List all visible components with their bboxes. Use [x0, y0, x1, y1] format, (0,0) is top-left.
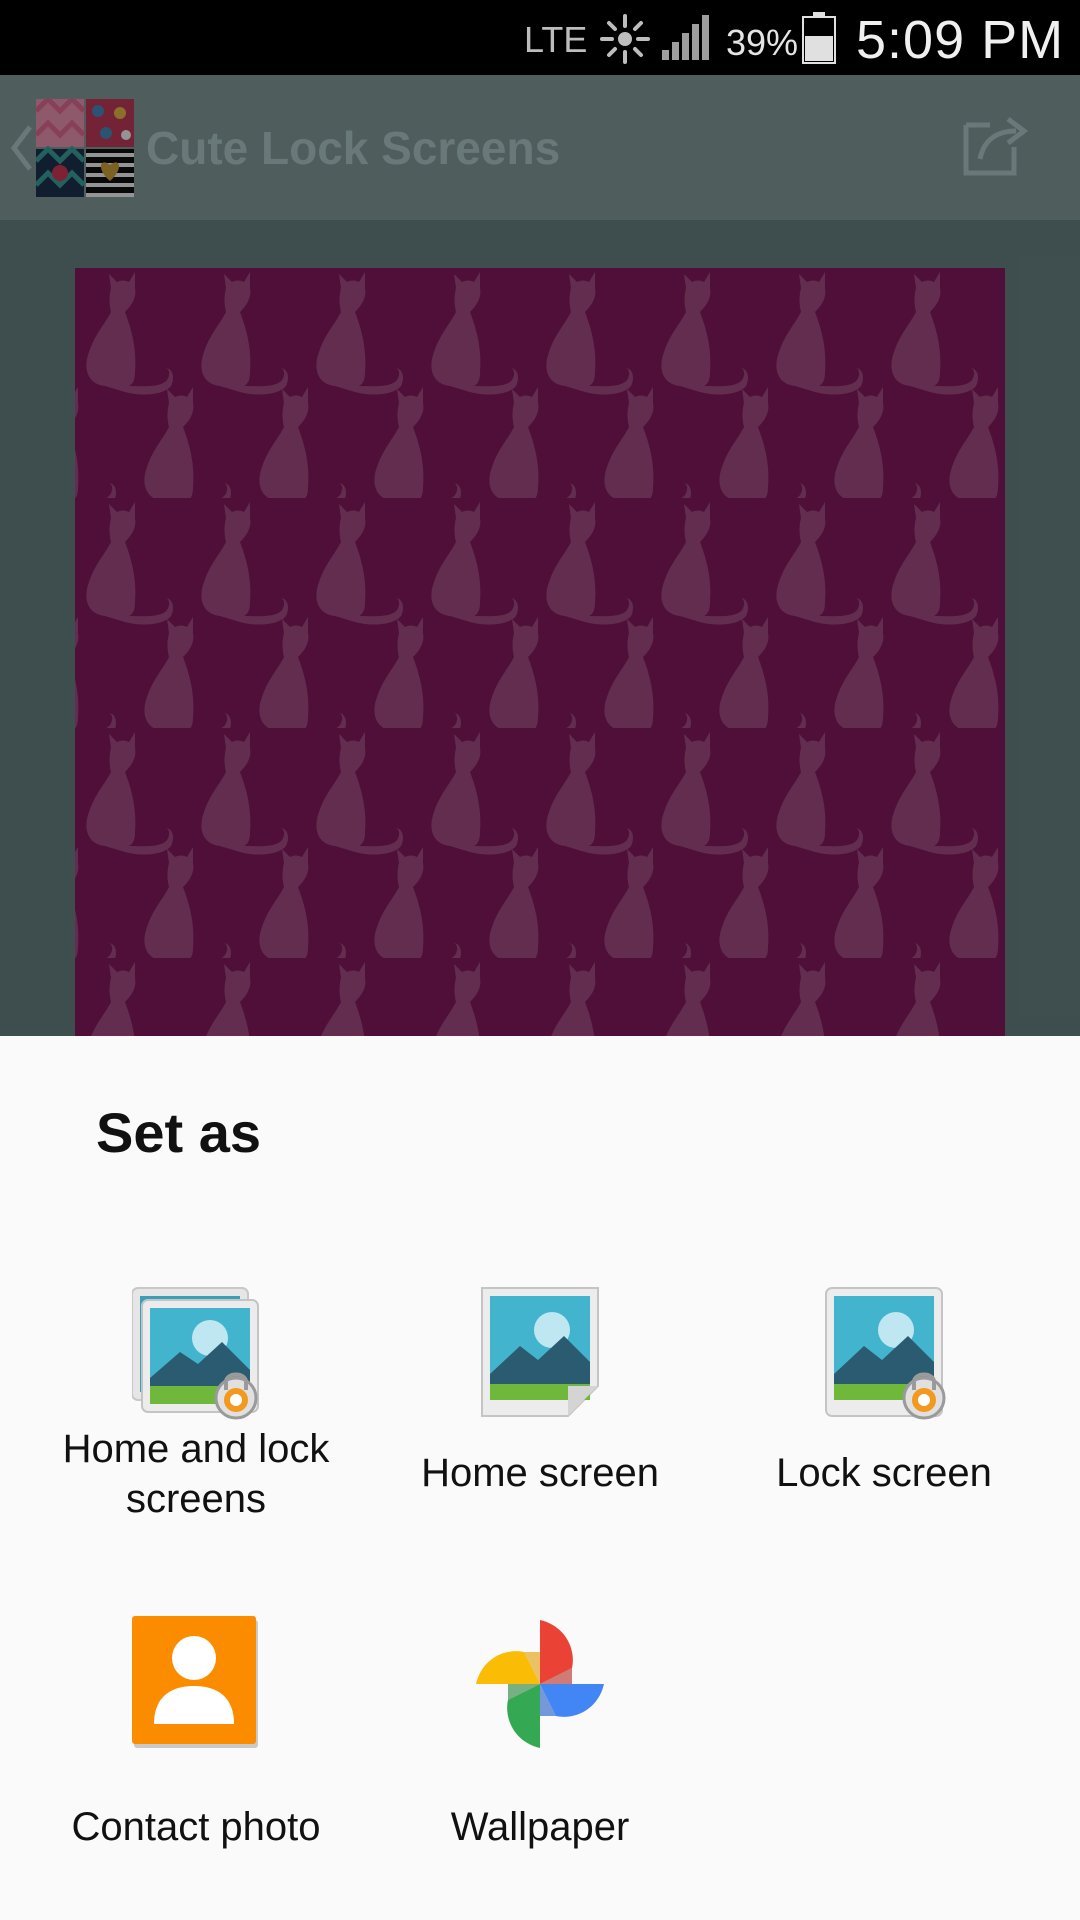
option-wallpaper[interactable]: Wallpaper: [368, 1616, 712, 1876]
option-contact-photo[interactable]: Contact photo: [24, 1616, 368, 1876]
set-as-sheet: Set as Home and lock screens Home screen…: [0, 1036, 1080, 1920]
clock: 5:09 PM: [856, 10, 1065, 70]
option-label: Contact photo: [71, 1805, 321, 1849]
contact-photo-icon: [132, 1616, 258, 1748]
option-label: Home and lock screens: [62, 1427, 330, 1521]
battery-icon: [802, 12, 836, 64]
option-home-and-lock-screens[interactable]: Home and lock screens: [24, 1286, 368, 1586]
sheet-title: Set as: [96, 1101, 261, 1164]
option-label: Wallpaper: [450, 1805, 630, 1849]
lock-screen-icon: [825, 1287, 946, 1420]
option-label: Lock screen: [776, 1451, 992, 1495]
option-home-screen[interactable]: Home screen: [368, 1286, 712, 1586]
network-type-label: LTE: [524, 19, 588, 60]
google-photos-pinwheel-icon: [476, 1620, 604, 1748]
home-and-lock-screens-icon: [132, 1287, 259, 1420]
dialog-scrim[interactable]: [0, 75, 1080, 1036]
status-bar: LTE 39% 5:09 PM: [0, 0, 1080, 75]
data-activity-icon: [600, 14, 650, 64]
screen: LTE 39% 5:09 PM Cute Lock Screens Set as…: [0, 0, 1080, 1920]
signal-icon: [662, 15, 709, 60]
option-label: Home screen: [421, 1451, 659, 1495]
home-screen-icon: [481, 1287, 599, 1417]
option-lock-screen[interactable]: Lock screen: [712, 1286, 1056, 1586]
battery-percent: 39%: [726, 22, 799, 63]
